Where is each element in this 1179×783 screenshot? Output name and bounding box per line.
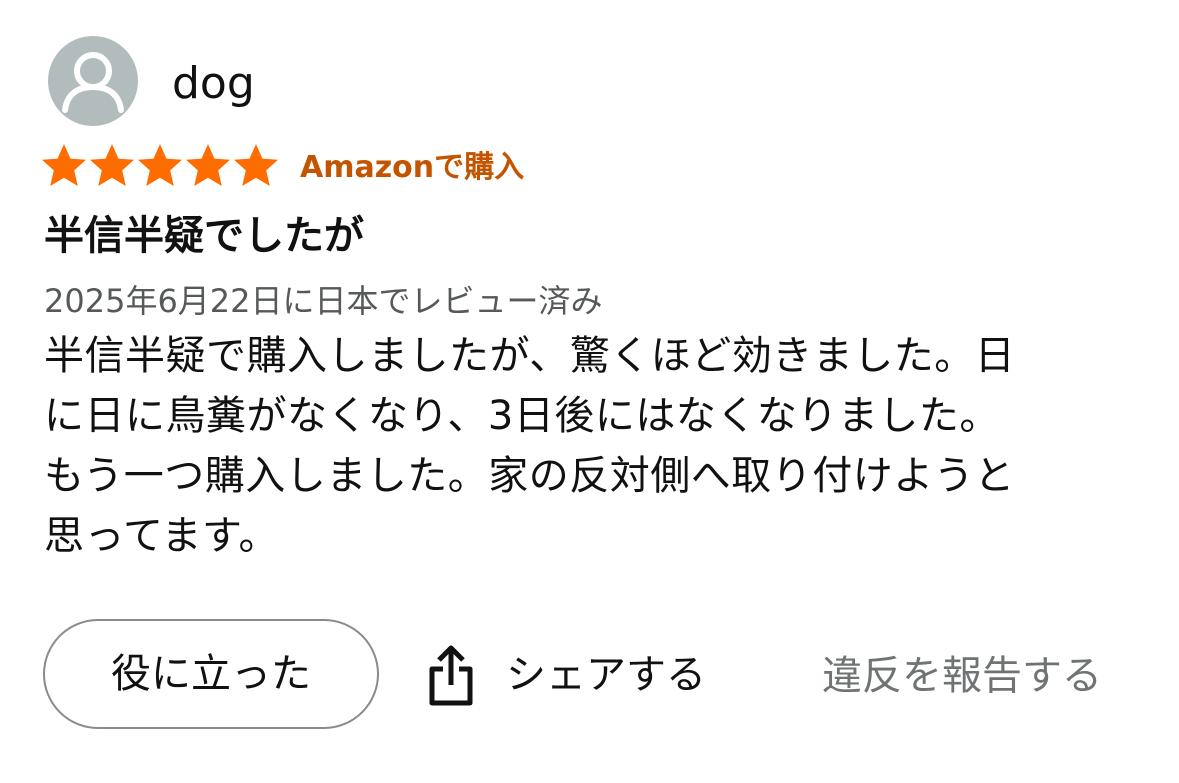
- star-icon: [42, 144, 86, 186]
- star-icon: [186, 144, 230, 186]
- review-card: dog Amazonで購入 半信半疑でしたが 2025年6月22日に日本でレビュ…: [0, 0, 1179, 783]
- star-rating: [40, 142, 280, 192]
- star-icon: [138, 144, 182, 186]
- share-button[interactable]: シェアする: [426, 640, 706, 710]
- verified-purchase-badge: Amazonで購入: [300, 150, 525, 185]
- review-date: 2025年6月22日に日本でレビュー済み: [44, 282, 603, 320]
- reviewer-avatar: [48, 36, 138, 126]
- star-icon: [90, 144, 134, 186]
- review-body-line: 思ってます。: [44, 513, 279, 559]
- person-silhouette-icon: [62, 52, 124, 113]
- reviewer-name[interactable]: dog: [172, 56, 255, 112]
- report-abuse-link[interactable]: 違反を報告する: [822, 643, 1102, 709]
- review-body-line: に日に鳥糞がなくなり、3日後にはなくなりました。: [44, 393, 1000, 439]
- review-body-line: 半信半疑で購入しましたが、驚くほど効きました。日: [44, 333, 1016, 379]
- review-body: 半信半疑で購入しましたが、驚くほど効きました。日 に日に鳥糞がなくなり、3日後に…: [44, 326, 1134, 566]
- review-body-line: もう一つ購入しました。家の反対側へ取り付けようと: [44, 453, 1015, 499]
- share-label: シェアする: [506, 652, 706, 698]
- helpful-button[interactable]: 役に立った: [43, 619, 379, 729]
- share-upload-icon: [429, 645, 473, 706]
- review-title: 半信半疑でしたが: [44, 213, 364, 259]
- star-icon: [234, 144, 278, 186]
